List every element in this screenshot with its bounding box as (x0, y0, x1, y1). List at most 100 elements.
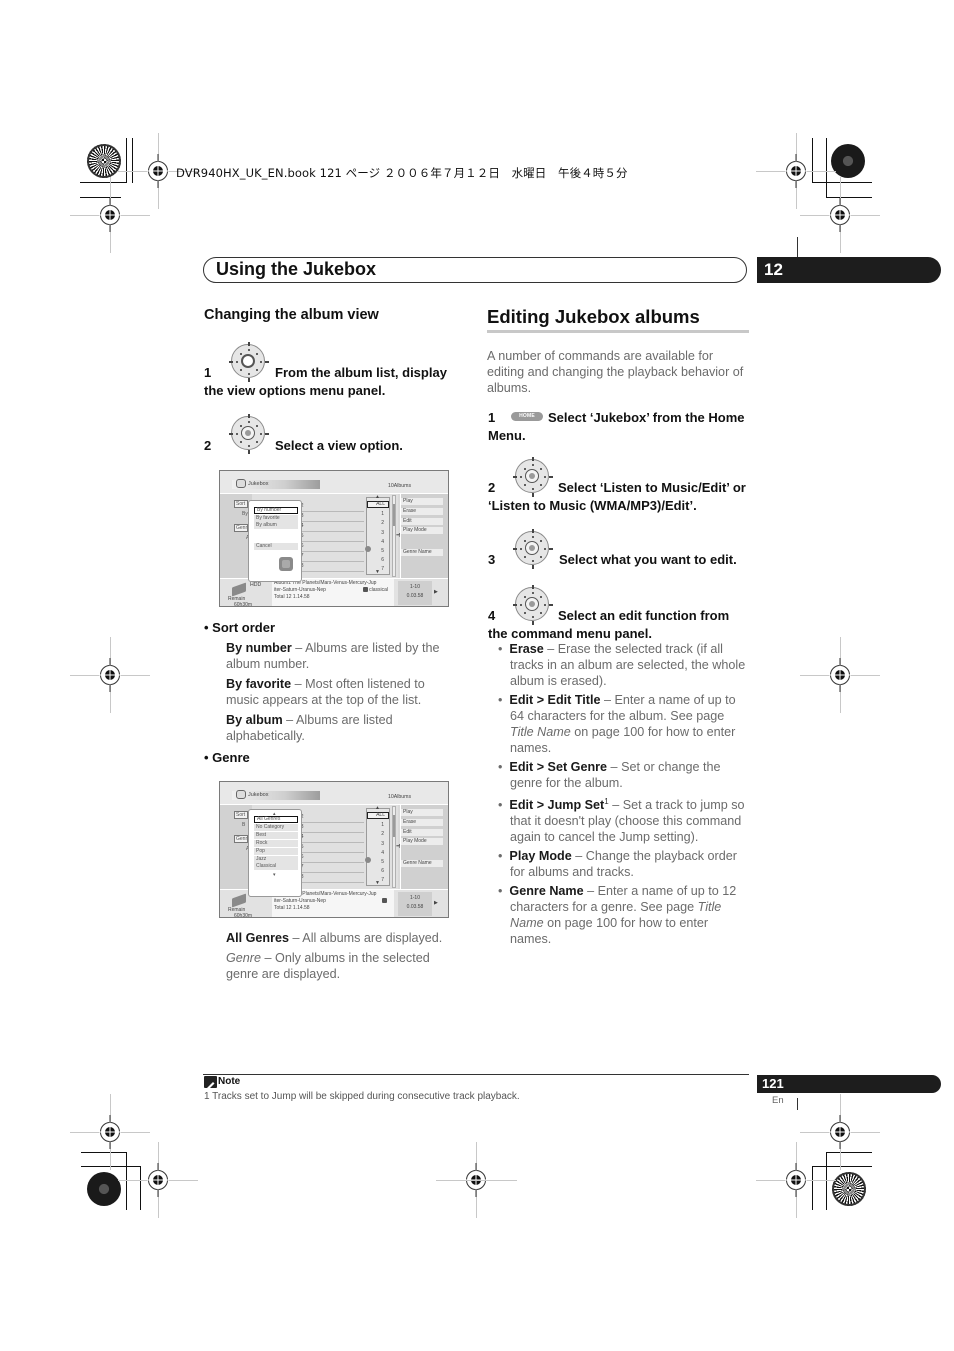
genre-option[interactable]: Best (254, 831, 298, 839)
sort-option[interactable]: By favorite (254, 514, 298, 522)
dpad-dot (540, 556, 542, 558)
step-2-text: Select a view option. (275, 438, 403, 453)
track-number-column: ALL 1 2 3 4 5 6 7 ▲ ▼ (365, 494, 390, 575)
dpad-direction-tick (532, 457, 534, 461)
track-number[interactable]: 2 (381, 520, 384, 526)
dpad-dot (240, 425, 242, 427)
command-play[interactable]: Play (401, 809, 443, 816)
color-registration-starburst-icon (87, 144, 121, 178)
genre-popup-menu: ▴ All Genres No Category Best Rock Pop Jazz Cla… (248, 809, 302, 897)
dpad-dot (524, 596, 526, 598)
dpad-dot (240, 353, 242, 355)
remain-value: 60h30m (234, 912, 253, 918)
command-erase[interactable]: Erase (401, 819, 443, 826)
crop-mark (826, 197, 872, 198)
command-erase[interactable]: Erase (401, 508, 443, 515)
dpad-dot (524, 556, 526, 558)
crop-mark (81, 1152, 127, 1153)
album-genre-text: classical (369, 587, 388, 593)
track-number[interactable]: 3 (381, 530, 384, 536)
command-genre-name[interactable]: Genre Name (401, 549, 443, 556)
track-all-selected[interactable]: ALL (367, 501, 389, 508)
scroll-up-icon[interactable]: ▲ (375, 805, 380, 811)
genre-option[interactable]: Rock (254, 839, 298, 847)
bullet-erase: • Erase – Erase the selected track (if a… (498, 642, 746, 688)
step-1-text: From the album list, display the view op… (204, 365, 447, 398)
jukebox-icon (236, 790, 246, 799)
bullet-edit-title: • Edit > Edit Title – Enter a name of up… (498, 693, 736, 755)
track-number[interactable]: 6 (381, 557, 384, 563)
track-number[interactable]: 7 (381, 877, 384, 883)
crop-mark (826, 138, 827, 198)
command-play-mode[interactable]: Play Mode (401, 838, 443, 845)
sort-by-number: By number – Albums are listed by the alb… (226, 641, 440, 671)
scrollbar-thumb[interactable] (393, 815, 395, 837)
sort-order-popup-menu: By number By favorite By album Cancel (248, 500, 302, 582)
track-number[interactable]: 1 (381, 822, 384, 828)
track-number[interactable]: 4 (381, 850, 384, 856)
screen-title: Jukebox (248, 792, 269, 798)
chapter-number-tab (757, 257, 941, 283)
command-play[interactable]: Play (401, 498, 443, 505)
track-cursor-icon (365, 857, 371, 863)
track-number[interactable]: 6 (381, 868, 384, 874)
pencil-note-icon (204, 1076, 217, 1090)
track-number[interactable]: 2 (381, 831, 384, 837)
command-edit[interactable]: Edit (401, 518, 443, 525)
dpad-dot (520, 548, 522, 550)
section-heading-changing-album-view: Changing the album view (204, 307, 379, 323)
scroll-up-icon[interactable]: ▲ (375, 494, 380, 500)
track-number[interactable]: 3 (381, 841, 384, 847)
step-text: From the album list, display the view op… (204, 364, 459, 400)
genre-option[interactable]: Jazz (254, 855, 298, 863)
genre-option[interactable]: Pop (254, 847, 298, 855)
scroll-down-caret-icon[interactable]: ▾ (273, 872, 276, 878)
jukebox-screen-genre: Jukebox10AlbumsSortBGenrAs2s3s4s5s6s7s8A… (219, 781, 449, 918)
color-registration-starburst-icon (87, 1172, 121, 1206)
genre-heading: Genre (212, 750, 250, 765)
album-title-line2: iter-Saturn-Uranus-Nep (274, 898, 392, 905)
genre-all-genres: All Genres – All albums are displayed. (226, 931, 443, 945)
dpad-dot (256, 441, 258, 443)
genre-option[interactable]: All Genres (254, 816, 298, 823)
confirm-button-icon[interactable] (279, 557, 293, 571)
track-number[interactable]: 5 (381, 859, 384, 865)
remaining-time: Remain 60h30m (228, 596, 252, 606)
registration-crosshair-icon (829, 658, 851, 692)
section-heading-editing-jukebox-albums: Editing Jukebox albums (487, 306, 700, 327)
dpad-direction-tick (248, 414, 250, 418)
cancel-option[interactable]: Cancel (254, 543, 298, 550)
scrollbar-thumb[interactable] (393, 504, 395, 526)
track-number[interactable]: 5 (381, 548, 384, 554)
step-text: Select ‘Jukebox’ from the Home Menu. (488, 409, 750, 445)
edit-function-list: • Erase – Erase the selected track (if a… (498, 641, 750, 947)
track-number[interactable]: 4 (381, 539, 384, 545)
view-option-label: B (242, 822, 246, 828)
view-option-label: By (242, 511, 248, 517)
hdd-icon (232, 582, 246, 597)
genre-option[interactable]: Classical (254, 863, 298, 871)
track-number[interactable]: 7 (381, 566, 384, 572)
scroll-down-icon[interactable]: ▼ (375, 569, 380, 575)
command-play-mode[interactable]: Play Mode (401, 527, 443, 534)
scroll-down-icon[interactable]: ▼ (375, 880, 380, 886)
command-genre-name[interactable]: Genre Name (401, 860, 443, 867)
sort-option[interactable]: By number (254, 507, 298, 514)
sort-order-list: By number – Albums are listed by the alb… (226, 640, 458, 744)
crop-mark (81, 1166, 141, 1167)
sort-by-favorite: By favorite – Most often listened to mus… (226, 677, 425, 707)
playback-range-time: 1-10 0.03.58 (398, 892, 432, 916)
dpad-dot (260, 433, 262, 435)
track-all-selected[interactable]: ALL (367, 812, 389, 819)
track-number[interactable]: 1 (381, 511, 384, 517)
note-label: Note (218, 1076, 241, 1087)
music-note-icon (382, 898, 387, 904)
screen-title: Jukebox (248, 481, 269, 487)
command-edit[interactable]: Edit (401, 829, 443, 836)
genre-option[interactable]: No Category (254, 823, 298, 831)
sort-option[interactable]: By album (254, 522, 298, 529)
dpad-dot (236, 433, 238, 435)
dpad-direction-tick (532, 529, 534, 533)
track-cursor-icon (365, 546, 371, 552)
registration-crosshair-icon (147, 154, 169, 188)
